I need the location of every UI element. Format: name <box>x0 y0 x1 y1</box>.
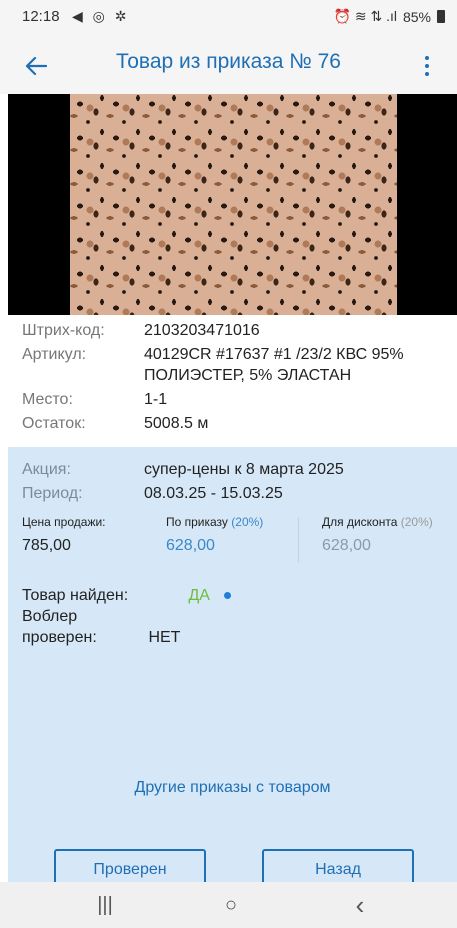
recents-button[interactable]: ||| <box>85 892 125 918</box>
discount-price-col: Для дисконта (20%) 628,00 <box>322 515 433 555</box>
sale-price-caption: Цена продажи: <box>22 515 106 529</box>
status-dot-icon <box>224 592 232 600</box>
barcode-value: 2103203471016 <box>144 322 260 339</box>
app-bar: Товар из приказа № 76 <box>0 36 457 94</box>
recents-icon: ||| <box>97 893 113 916</box>
nav-back-icon: ‹ <box>355 889 365 920</box>
stock-label: Остаток: <box>22 415 86 432</box>
info-row-stock: Остаток: 5008.5 м <box>22 413 447 434</box>
home-button[interactable]: ○ <box>211 892 251 918</box>
order-price-caption-text: По приказу <box>166 515 228 529</box>
found-row: Товар найден: ДА <box>22 585 232 606</box>
article-label: Артикул: <box>22 346 87 363</box>
discount-price-percent: (20%) <box>400 515 433 529</box>
action-label: Акция: <box>22 461 71 478</box>
price-divider <box>298 517 299 563</box>
status-bar: 12:18 ◀ ◎ ✲ ⏰ ≋ ⇅ .ıl 85% <box>0 0 457 36</box>
discount-price-value: 628,00 <box>322 537 371 554</box>
barcode-label: Штрих-код: <box>22 322 105 339</box>
info-row-place: Место: 1-1 <box>22 389 447 410</box>
more-vert-icon-dot <box>425 64 429 68</box>
promo-panel: Акция: супер-цены к 8 марта 2025 Период:… <box>8 447 457 891</box>
stock-value: 5008.5 м <box>144 415 209 432</box>
place-value: 1-1 <box>144 391 168 408</box>
system-status-icons: ⏰ ≋ ⇅ .ıl <box>333 8 397 24</box>
battery-percent: 85% <box>402 8 431 25</box>
home-icon: ○ <box>224 893 238 916</box>
promo-period-row: Период: 08.03.25 - 15.03.25 <box>22 485 283 503</box>
discount-price-caption: Для дисконта (20%) <box>322 515 433 529</box>
discount-price-caption-text: Для дисконта <box>322 515 398 529</box>
system-nav-bar: ||| ○ ‹ <box>0 882 457 928</box>
wobbler-row: Воблер проверен: НЕТ <box>22 606 231 648</box>
info-row-article: Артикул: 40129CR #17637 #1 /23/2 КВС 95%… <box>22 344 447 386</box>
product-image <box>70 94 397 315</box>
found-value: ДА <box>188 587 210 604</box>
wobbler-label: Воблер проверен: <box>22 608 97 646</box>
product-info: Штрих-код: 2103203471016 Артикул: 40129C… <box>22 320 447 437</box>
info-row-barcode: Штрих-код: 2103203471016 <box>22 320 447 341</box>
sale-price-value: 785,00 <box>22 537 71 554</box>
found-label: Товар найден: <box>22 587 129 604</box>
overflow-menu-button[interactable] <box>409 48 445 84</box>
more-vert-icon-dot <box>425 56 429 60</box>
battery-icon <box>437 10 445 23</box>
check-status-block: Товар найден: ДА Воблер проверен: НЕТ <box>22 585 232 648</box>
notification-icons: ◀ ◎ ✲ <box>72 8 130 24</box>
more-vert-icon-dot <box>425 72 429 76</box>
article-value: 40129CR #17637 #1 /23/2 КВС 95% ПОЛИЭСТЕ… <box>144 346 404 384</box>
other-orders-link[interactable]: Другие приказы с товаром <box>8 779 457 797</box>
order-price-caption: По приказу (20%) <box>166 515 263 529</box>
product-image-frame[interactable] <box>8 94 457 315</box>
nav-back-button[interactable]: ‹ <box>340 889 380 920</box>
place-label: Место: <box>22 391 73 408</box>
page-title: Товар из приказа № 76 <box>116 50 341 73</box>
price-block: Цена продажи: 785,00 По приказу (20%) 62… <box>22 515 457 565</box>
wobbler-value: НЕТ <box>148 629 181 646</box>
period-value: 08.03.25 - 15.03.25 <box>144 485 283 502</box>
order-price-col: По приказу (20%) 628,00 <box>166 515 263 555</box>
sale-price-col: Цена продажи: 785,00 <box>22 515 106 555</box>
action-value: супер-цены к 8 марта 2025 <box>144 461 344 478</box>
period-label: Период: <box>22 485 83 502</box>
status-time: 12:18 <box>22 8 60 25</box>
status-right-group: ⏰ ≋ ⇅ .ıl 85% <box>334 8 445 25</box>
order-price-percent: (20%) <box>231 515 264 529</box>
order-price-value: 628,00 <box>166 537 215 554</box>
promo-action-row: Акция: супер-цены к 8 марта 2025 <box>22 461 344 479</box>
